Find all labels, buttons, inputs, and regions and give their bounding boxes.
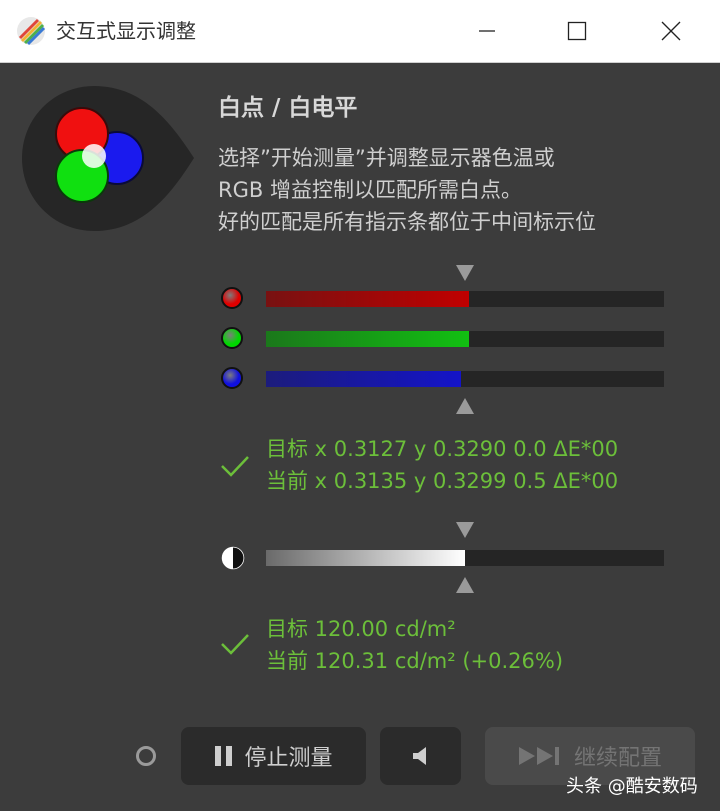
white-point-readout: 目标 x 0.3127 y 0.3290 0.0 ΔE*00 当前 x 0.31…	[266, 433, 618, 497]
white-point-current: 当前 x 0.3135 y 0.3299 0.5 ΔE*00	[266, 469, 619, 493]
stop-measurement-button[interactable]: 停止测量	[181, 727, 366, 785]
instructions-text: 选择”开始测量”并调整显示器色温或 RGB 增益控制以匹配所需白点。 好的匹配是…	[218, 146, 596, 234]
app-logo-icon	[17, 17, 46, 46]
maximize-button[interactable]	[530, 0, 624, 62]
red-channel-fill	[266, 291, 469, 307]
blue-channel-dot	[221, 367, 243, 389]
maximize-icon	[567, 21, 587, 41]
close-icon	[661, 21, 681, 41]
measurement-status-indicator	[136, 746, 156, 766]
sound-toggle-button[interactable]	[380, 727, 461, 785]
title-bar[interactable]: 交互式显示调整	[0, 0, 720, 63]
blue-channel-fill	[266, 371, 461, 387]
window-title: 交互式显示调整	[56, 19, 196, 43]
green-channel-bar	[266, 331, 664, 347]
center-marker-bottom-icon	[456, 398, 474, 414]
luminance-marker-top-icon	[456, 522, 474, 538]
luminance-fill	[266, 550, 465, 566]
white-point-checkmark-icon	[221, 456, 249, 477]
blue-channel-bar	[266, 371, 664, 387]
luminance-checkmark-icon	[221, 634, 249, 655]
red-channel-dot	[221, 287, 243, 309]
minimize-button[interactable]	[440, 0, 534, 62]
close-button[interactable]	[624, 0, 718, 62]
contrast-icon	[221, 546, 245, 570]
luminance-bar	[266, 550, 664, 566]
app-window: 交互式显示调整 白点 / 白电平 选择”开始测量”并调整显示器色温或 RGB 增…	[0, 0, 720, 811]
section-heading: 白点 / 白电平	[218, 95, 358, 121]
speaker-icon	[412, 747, 426, 765]
luminance-marker-bottom-icon	[456, 577, 474, 593]
center-marker-top-icon	[456, 265, 474, 281]
skip-forward-icon	[518, 747, 559, 765]
watermark-text: 头条 @酷安数码	[566, 776, 698, 797]
minimize-icon	[479, 30, 495, 32]
white-point-target: 目标 x 0.3127 y 0.3290 0.0 ΔE*00	[266, 437, 619, 461]
green-channel-fill	[266, 331, 469, 347]
pause-icon	[215, 746, 233, 766]
red-channel-bar	[266, 291, 664, 307]
rgb-color-logo-icon	[22, 86, 194, 231]
luminance-target: 目标 120.00 cd/m²	[266, 617, 456, 641]
green-channel-dot	[221, 327, 243, 349]
luminance-current: 当前 120.31 cd/m² (+0.26%)	[266, 649, 564, 673]
luminance-readout: 目标 120.00 cd/m² 当前 120.31 cd/m² (+0.26%)	[266, 613, 563, 677]
